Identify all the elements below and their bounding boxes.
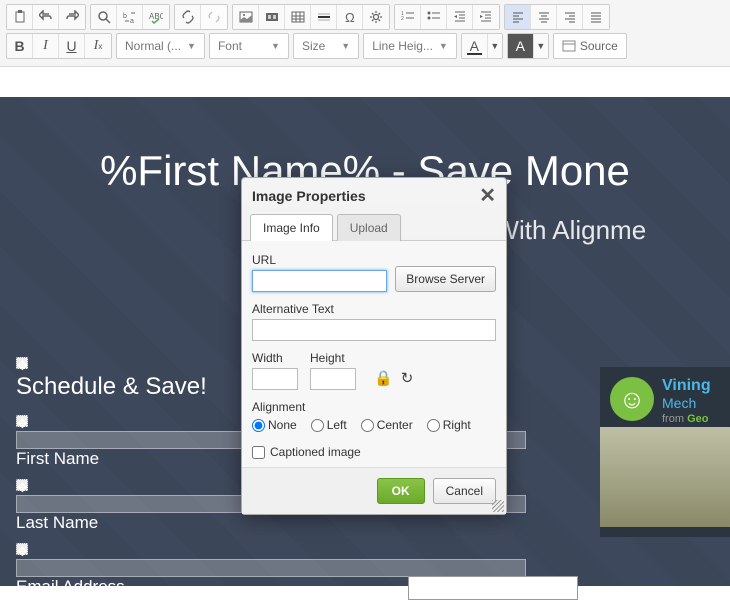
bold-button[interactable]: B — [7, 34, 33, 58]
captioned-label: Captioned image — [270, 445, 361, 459]
width-input[interactable] — [252, 368, 298, 390]
text-color-caret[interactable]: ▼ — [488, 34, 502, 58]
dialog-titlebar[interactable]: Image Properties ✕ — [242, 178, 506, 214]
reset-size-icon[interactable]: ↻ — [401, 369, 414, 387]
email-row[interactable] — [16, 559, 526, 577]
alt-text-label: Alternative Text — [252, 302, 496, 316]
outdent-button[interactable] — [447, 5, 473, 29]
cancel-button[interactable]: Cancel — [433, 478, 496, 504]
drag-handle-icon[interactable]: ✥ — [16, 415, 28, 427]
align-center-button[interactable] — [531, 5, 557, 29]
resize-grip[interactable] — [492, 500, 504, 512]
undo-button[interactable] — [33, 5, 59, 29]
underline-button[interactable]: U — [59, 34, 85, 58]
url-input[interactable] — [252, 270, 387, 292]
width-label: Width — [252, 351, 298, 365]
font-combo[interactable]: Font▼ — [209, 33, 289, 59]
drag-handle-icon[interactable]: ✥ — [16, 543, 28, 555]
bg-color-caret[interactable]: ▼ — [534, 34, 548, 58]
dialog-tabs: Image Info Upload — [242, 214, 506, 241]
image-button[interactable] — [233, 5, 259, 29]
svg-text:a: a — [130, 18, 134, 24]
height-label: Height — [310, 351, 356, 365]
alignment-label: Alignment — [252, 400, 496, 414]
unlink-button[interactable] — [201, 5, 227, 29]
lock-ratio-icon[interactable]: 🔒 — [374, 369, 393, 387]
text-color-button[interactable]: A — [462, 34, 488, 58]
align-right-radio[interactable]: Right — [427, 418, 471, 432]
smiley-icon: ☺ — [610, 377, 654, 421]
align-left-button[interactable] — [505, 5, 531, 29]
settings-button[interactable] — [363, 5, 389, 29]
dialog-title: Image Properties — [252, 188, 366, 204]
format-combo[interactable]: Normal (...▼ — [116, 33, 205, 59]
align-right-button[interactable] — [557, 5, 583, 29]
email-input[interactable] — [408, 576, 578, 600]
replace-button[interactable]: ba — [117, 5, 143, 29]
svg-text:Ω: Ω — [345, 10, 355, 24]
lineheight-combo[interactable]: Line Heig...▼ — [363, 33, 457, 59]
alt-text-input[interactable] — [252, 319, 496, 341]
align-left-radio[interactable]: Left — [311, 418, 347, 432]
source-button[interactable]: Source — [553, 33, 627, 59]
source-icon — [562, 39, 576, 53]
embed-button[interactable] — [259, 5, 285, 29]
align-center-radio[interactable]: Center — [361, 418, 413, 432]
table-button[interactable] — [285, 5, 311, 29]
editor-toolbar: ba ABC Ω 12 B I — [0, 0, 730, 67]
align-justify-button[interactable] — [583, 5, 609, 29]
size-combo[interactable]: Size▼ — [293, 33, 359, 59]
specialchar-button[interactable]: Ω — [337, 5, 363, 29]
bullet-list-button[interactable] — [421, 5, 447, 29]
bg-color-button[interactable]: A — [508, 34, 534, 58]
svg-text:ABC: ABC — [149, 12, 163, 21]
dialog-body: URL Browse Server Alternative Text Width… — [242, 240, 506, 467]
redo-button[interactable] — [59, 5, 85, 29]
tab-upload[interactable]: Upload — [337, 214, 401, 241]
image-properties-dialog: Image Properties ✕ Image Info Upload URL… — [241, 177, 507, 515]
toolbar-row-2: B I U Ix Normal (...▼ Font▼ Size▼ Line H… — [6, 33, 724, 59]
remove-format-button[interactable]: Ix — [85, 34, 111, 58]
link-button[interactable] — [175, 5, 201, 29]
garage-image — [600, 427, 730, 527]
italic-button[interactable]: I — [33, 34, 59, 58]
paste-button[interactable] — [7, 5, 33, 29]
align-none-radio[interactable]: None — [252, 418, 297, 432]
browse-server-button[interactable]: Browse Server — [395, 266, 496, 292]
drag-handle-icon[interactable]: ✥ — [16, 479, 28, 491]
close-icon[interactable]: ✕ — [479, 186, 496, 206]
tab-image-info[interactable]: Image Info — [250, 214, 333, 241]
drag-handle-icon[interactable]: ✥ — [16, 357, 28, 369]
toolbar-row-1: ba ABC Ω 12 — [6, 4, 724, 30]
dialog-footer: OK Cancel — [242, 467, 506, 514]
url-label: URL — [252, 253, 387, 267]
captioned-checkbox[interactable] — [252, 446, 265, 459]
svg-text:2: 2 — [401, 16, 404, 22]
hr-button[interactable] — [311, 5, 337, 29]
numbered-list-button[interactable]: 12 — [395, 5, 421, 29]
find-button[interactable] — [91, 5, 117, 29]
email-label: Email Address — [16, 577, 125, 596]
lastname-label: Last Name — [16, 513, 578, 533]
indent-button[interactable] — [473, 5, 499, 29]
ok-button[interactable]: OK — [377, 478, 425, 504]
spellcheck-button[interactable]: ABC — [143, 5, 169, 29]
svg-text:b: b — [123, 13, 127, 20]
height-input[interactable] — [310, 368, 356, 390]
